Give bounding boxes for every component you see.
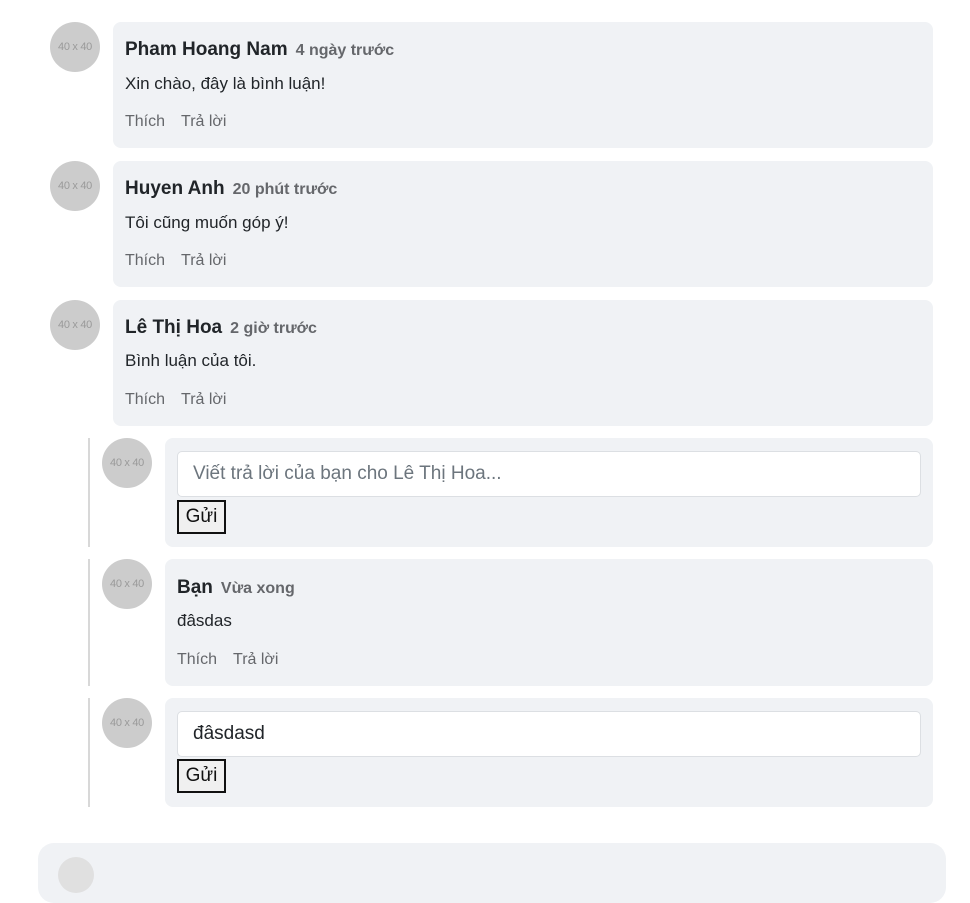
comment-bubble: Pham Hoang Nam 4 ngày trước Xin chào, đây… [113, 22, 933, 148]
reply-link[interactable]: Trả lời [181, 391, 226, 408]
author-name: Lê Thị Hoa [125, 317, 223, 338]
new-comment-card [38, 843, 946, 903]
comment-time: 4 ngày trước [295, 42, 395, 59]
comment-text: Tôi cũng muốn góp ý! [125, 213, 289, 232]
reply-bubble: Bạn Vừa xong đâsdas Thích Trả lời [165, 559, 933, 686]
reply-link[interactable]: Trả lời [181, 252, 226, 269]
comment-actions: Thích Trả lời [125, 391, 242, 409]
reply-link[interactable]: Trả lời [181, 113, 226, 130]
comment-actions: Thích Trả lời [125, 113, 242, 131]
reply-thread-line [88, 559, 90, 686]
reply-input[interactable] [177, 711, 921, 757]
avatar: 40 x 40 [102, 698, 152, 748]
comment-author: Pham Hoang Nam 4 ngày trước [125, 39, 394, 61]
comment-text: Bình luận của tôi. [125, 351, 257, 370]
comment-bubble: Lê Thị Hoa 2 giờ trước Bình luận của tôi.… [113, 300, 933, 426]
send-button[interactable]: Gửi [177, 759, 226, 793]
comment-time: Vừa xong [220, 580, 295, 597]
like-link[interactable]: Thích [177, 651, 217, 668]
reply-thread-line [88, 698, 90, 807]
send-button[interactable]: Gửi [177, 500, 226, 534]
avatar: 40 x 40 [50, 22, 100, 72]
comment-bubble: Huyen Anh 20 phút trước Tôi cũng muốn góp… [113, 161, 933, 287]
reply-link[interactable]: Trả lời [233, 651, 278, 668]
comment-author: Huyen Anh 20 phút trước [125, 178, 337, 200]
avatar [58, 857, 94, 893]
comment-actions: Thích Trả lời [177, 651, 294, 669]
avatar: 40 x 40 [102, 559, 152, 609]
comment-author: Bạn Vừa xong [177, 577, 295, 599]
avatar: 40 x 40 [50, 161, 100, 211]
author-name: Bạn [177, 577, 213, 598]
comment-actions: Thích Trả lời [125, 252, 242, 270]
reply-thread-line [88, 438, 90, 547]
reply-input[interactable] [177, 451, 921, 497]
author-name: Huyen Anh [125, 178, 225, 199]
like-link[interactable]: Thích [125, 113, 165, 130]
avatar: 40 x 40 [50, 300, 100, 350]
like-link[interactable]: Thích [125, 252, 165, 269]
comment-time: 20 phút trước [232, 181, 338, 198]
author-name: Pham Hoang Nam [125, 39, 288, 60]
avatar: 40 x 40 [102, 438, 152, 488]
comment-text: Xin chào, đây là bình luận! [125, 74, 326, 93]
comment-time: 2 giờ trước [230, 320, 317, 337]
comment-text: đâsdas [177, 611, 232, 630]
comment-author: Lê Thị Hoa 2 giờ trước [125, 317, 317, 339]
like-link[interactable]: Thích [125, 391, 165, 408]
